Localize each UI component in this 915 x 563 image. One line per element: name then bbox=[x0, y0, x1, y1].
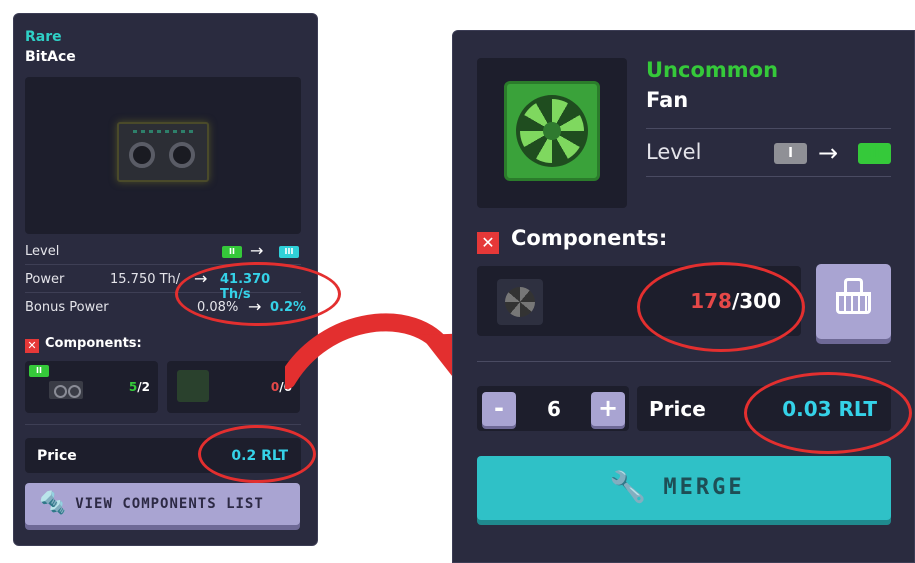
screw-icon: 🔩 bbox=[39, 491, 68, 516]
miner-name: BitAce bbox=[25, 49, 76, 65]
power-row: Power 15.750 Th/ → 41.370 Th/s bbox=[25, 265, 301, 302]
buy-components-button[interactable] bbox=[816, 264, 891, 339]
arrow-right-icon: → bbox=[250, 241, 264, 260]
fan-icon bbox=[177, 370, 209, 402]
component-tile-fan[interactable]: 0/6 bbox=[167, 361, 300, 413]
component-count: 178/300 bbox=[690, 289, 781, 313]
wrench-icon: 🔧 bbox=[609, 470, 650, 505]
fan-icon bbox=[497, 279, 543, 325]
level-to-badge: III bbox=[279, 246, 299, 258]
miner-image bbox=[117, 122, 209, 182]
component-tile-miner[interactable]: II 5/2 bbox=[25, 361, 158, 413]
increase-button[interactable]: + bbox=[591, 392, 625, 426]
power-from: 15.750 Th/ bbox=[110, 272, 181, 287]
component-count: 5/2 bbox=[128, 380, 150, 394]
price-label: Price bbox=[649, 397, 706, 421]
arrow-right-icon: → bbox=[194, 269, 208, 288]
divider bbox=[25, 424, 301, 425]
level-from-badge: II bbox=[222, 246, 242, 258]
components-heading: ✕ Components: bbox=[477, 226, 667, 254]
price-row: Price 0.03 RLT bbox=[637, 386, 891, 431]
view-components-button[interactable]: 🔩 VIEW COMPONENTS LIST bbox=[25, 483, 300, 525]
fan-image bbox=[504, 81, 600, 181]
miner-card: Rare BitAce Level II → III Power 15.750 … bbox=[13, 13, 318, 546]
x-icon: ✕ bbox=[25, 339, 39, 353]
part-name: Fan bbox=[646, 88, 689, 112]
level-label: Level bbox=[646, 140, 702, 164]
x-icon: ✕ bbox=[477, 232, 499, 254]
component-tile[interactable]: 178/300 bbox=[477, 266, 801, 336]
components-heading: ✕ Components: bbox=[25, 336, 142, 353]
power-label: Power bbox=[25, 272, 65, 287]
quantity-stepper: - 6 + bbox=[477, 386, 629, 431]
merge-button[interactable]: 🔧 MERGE bbox=[477, 456, 891, 520]
level-from-badge: I bbox=[774, 143, 807, 164]
price-label: Price bbox=[37, 448, 77, 464]
bonus-power-row: Bonus Power 0.08% → 0.2% bbox=[25, 293, 306, 321]
quantity-value[interactable]: 6 bbox=[537, 397, 571, 421]
arrow-right-icon: → bbox=[818, 139, 839, 167]
level-label: Level bbox=[25, 244, 60, 259]
arrow-right-icon: → bbox=[248, 297, 262, 316]
fan-preview bbox=[477, 58, 627, 208]
component-level-badge: II bbox=[29, 365, 49, 377]
miner-preview bbox=[25, 77, 301, 234]
merge-card: Uncommon Fan Level I → II ✕ Components: 1… bbox=[452, 30, 915, 563]
bonus-power-label: Bonus Power bbox=[25, 300, 109, 315]
divider bbox=[646, 128, 891, 129]
price-row: Price 0.2 RLT bbox=[25, 438, 301, 473]
decrease-button[interactable]: - bbox=[482, 392, 516, 426]
price-value: 0.2 RLT bbox=[231, 448, 288, 464]
rarity-label: Uncommon bbox=[646, 58, 779, 82]
divider bbox=[646, 176, 891, 177]
price-value: 0.03 RLT bbox=[782, 397, 877, 421]
divider bbox=[477, 361, 891, 362]
rarity-label: Rare bbox=[25, 29, 62, 45]
level-to-badge: II bbox=[858, 143, 891, 164]
level-row: Level II → III bbox=[25, 237, 301, 265]
bonus-from: 0.08% bbox=[197, 300, 239, 315]
mini-miner-icon bbox=[49, 381, 83, 399]
